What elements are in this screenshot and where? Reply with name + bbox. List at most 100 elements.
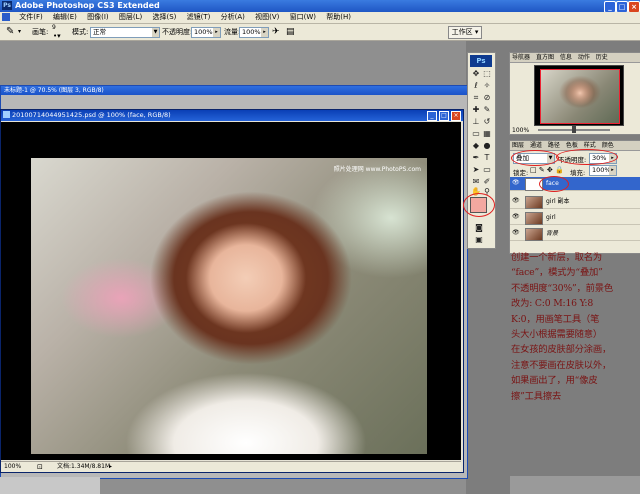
layer-row-background[interactable]: 👁 背景 xyxy=(510,227,640,241)
portrait-photo[interactable]: 照片处理网 www.PhotoPS.com xyxy=(31,158,427,454)
eye-icon[interactable]: 👁 xyxy=(512,180,520,186)
slice-tool-icon[interactable]: ⊘ xyxy=(482,93,492,103)
chevron-down-icon: ▸ xyxy=(261,28,268,37)
move-tool-icon[interactable]: ✥ xyxy=(471,69,481,79)
tab-histogram[interactable]: 直方图 xyxy=(534,54,556,61)
layer-row-girl[interactable]: 👁 girl xyxy=(510,211,640,225)
document-titlebar[interactable]: 20100714044951425.psd @ 100% (face, RGB/… xyxy=(1,110,463,121)
navigator-zoom-slider[interactable] xyxy=(538,126,610,133)
path-select-icon[interactable]: ➤ xyxy=(471,165,481,175)
tab-paths[interactable]: 路径 xyxy=(546,142,562,149)
status-info-icon[interactable]: ⊡ xyxy=(37,462,43,472)
tab-styles[interactable]: 样式 xyxy=(582,142,598,149)
document-title-back[interactable]: 未标题-1 @ 70.5% (图层 3, RGB/8) xyxy=(1,86,467,95)
shape-tool-icon[interactable]: ▭ xyxy=(482,165,492,175)
annotation-oval xyxy=(463,193,495,217)
menu-image[interactable]: 图像(I) xyxy=(83,12,113,23)
menu-bar: 文件(F) 编辑(E) 图像(I) 图层(L) 选择(S) 滤镜(T) 分析(A… xyxy=(0,12,640,24)
brush-dot-icon[interactable]: •▾ xyxy=(53,28,61,44)
document-size[interactable]: 文档:1.34M/8.81M xyxy=(57,462,110,472)
fill-value: 100% xyxy=(592,166,611,174)
menu-window[interactable]: 窗口(W) xyxy=(286,12,320,23)
crop-tool-icon[interactable]: ⌗ xyxy=(471,93,481,103)
chevron-down-icon[interactable]: ▾ xyxy=(18,24,21,40)
menu-select[interactable]: 选择(S) xyxy=(148,12,180,23)
marquee-tool-icon[interactable]: ⬚ xyxy=(482,69,492,79)
fill-label: 填充: xyxy=(570,169,586,177)
flow-value: 100% xyxy=(242,28,261,36)
navigator-panel: 导航器 直方图 信息 动作 历史 100% xyxy=(509,52,640,135)
zoom-level[interactable]: 100% xyxy=(4,462,21,472)
annotation-oval xyxy=(556,149,618,165)
document-window-front[interactable]: 20100714044951425.psd @ 100% (face, RGB/… xyxy=(0,109,464,473)
slider-handle[interactable] xyxy=(572,126,576,133)
tab-actions[interactable]: 动作 xyxy=(576,54,592,61)
fill-input[interactable]: 100% ▸ xyxy=(589,165,617,176)
tab-navigator[interactable]: 导航器 xyxy=(510,54,532,61)
mode-value: 正常 xyxy=(93,28,106,36)
workspace-button[interactable]: 工作区 ▾ xyxy=(448,26,482,39)
opacity-label: 不透明度: xyxy=(162,28,193,36)
layer-thumbnail xyxy=(525,228,543,241)
history-brush-icon[interactable]: ↺ xyxy=(482,117,492,127)
chevron-right-icon: ▸ xyxy=(609,166,616,175)
app-title: Adobe Photoshop CS3 Extended xyxy=(15,1,160,10)
brush-tool-icon[interactable]: ✎ xyxy=(482,105,492,115)
menu-view[interactable]: 视图(V) xyxy=(251,12,283,23)
lock-icons[interactable]: □ ✎ ✥ 🔒 xyxy=(530,166,564,174)
mode-select[interactable]: 正常 ▼ xyxy=(90,27,160,38)
eraser-tool-icon[interactable]: ▭ xyxy=(471,129,481,139)
mode-label: 模式: xyxy=(72,28,89,36)
menu-file[interactable]: 文件(F) xyxy=(15,12,47,23)
opacity-value: 100% xyxy=(194,28,213,36)
quick-mask-icon[interactable]: ◙ xyxy=(474,223,484,233)
tab-history[interactable]: 历史 xyxy=(594,54,610,61)
menu-help[interactable]: 帮助(H) xyxy=(322,12,355,23)
eyedropper-icon[interactable]: ✐ xyxy=(482,177,492,187)
ps-logo: Ps xyxy=(470,55,492,67)
layer-row-face[interactable]: 👁 face xyxy=(510,177,640,191)
tab-channels[interactable]: 通道 xyxy=(528,142,544,149)
navigator-thumbnail[interactable] xyxy=(534,65,624,126)
tab-info[interactable]: 信息 xyxy=(558,54,574,61)
magic-wand-icon[interactable]: ✧ xyxy=(482,81,492,91)
status-arrow-icon[interactable]: ▸ xyxy=(109,462,112,472)
menu-layer[interactable]: 图层(L) xyxy=(115,12,146,23)
healing-brush-icon[interactable]: ✚ xyxy=(471,105,481,115)
minimize-icon[interactable]: _ xyxy=(427,111,437,121)
flow-input[interactable]: 100% ▸ xyxy=(239,27,269,38)
type-tool-icon[interactable]: T xyxy=(482,153,492,163)
airbrush-icon[interactable]: ✈ xyxy=(272,24,280,40)
lasso-tool-icon[interactable]: ℓ xyxy=(471,81,481,91)
gradient-tool-icon[interactable]: ▦ xyxy=(482,129,492,139)
navigator-zoom[interactable]: 100% xyxy=(512,127,529,134)
notes-tool-icon[interactable]: ✉ xyxy=(471,177,481,187)
document-canvas[interactable]: 照片处理网 www.PhotoPS.com xyxy=(1,122,461,460)
pen-tool-icon[interactable]: ✒ xyxy=(471,153,481,163)
maximize-icon[interactable]: □ xyxy=(439,111,449,121)
tab-layers[interactable]: 图层 xyxy=(510,142,526,149)
menu-analysis[interactable]: 分析(A) xyxy=(217,12,249,23)
opacity-input[interactable]: 100% ▸ xyxy=(191,27,221,38)
chevron-down-icon: ▼ xyxy=(152,28,159,37)
eye-icon[interactable]: 👁 xyxy=(512,230,520,236)
layer-name: girl 副本 xyxy=(546,198,570,205)
clone-stamp-icon[interactable]: ⊥ xyxy=(471,117,481,127)
close-icon[interactable]: × xyxy=(451,111,461,121)
blur-tool-icon[interactable]: ◆ xyxy=(471,141,481,151)
menu-filter[interactable]: 滤镜(T) xyxy=(183,12,215,23)
dodge-tool-icon[interactable]: ● xyxy=(482,141,492,151)
eye-icon[interactable]: 👁 xyxy=(512,214,520,220)
layer-thumbnail xyxy=(525,212,543,225)
tab-color[interactable]: 颜色 xyxy=(600,142,616,149)
brush-tool-icon[interactable]: ✎ xyxy=(6,24,14,40)
tab-swatches[interactable]: 色板 xyxy=(564,142,580,149)
navigator-view-box[interactable] xyxy=(540,69,620,124)
eye-icon[interactable]: 👁 xyxy=(512,198,520,204)
screen-mode-icon[interactable]: ▣ xyxy=(474,235,484,245)
layer-thumbnail xyxy=(525,196,543,209)
lock-label: 锁定: xyxy=(513,169,529,177)
app-title-bar: Ps Adobe Photoshop CS3 Extended _ □ × xyxy=(0,0,640,13)
layer-row-girl-copy[interactable]: 👁 girl 副本 xyxy=(510,195,640,209)
brush-panel-icon[interactable]: ▤ xyxy=(286,24,295,40)
